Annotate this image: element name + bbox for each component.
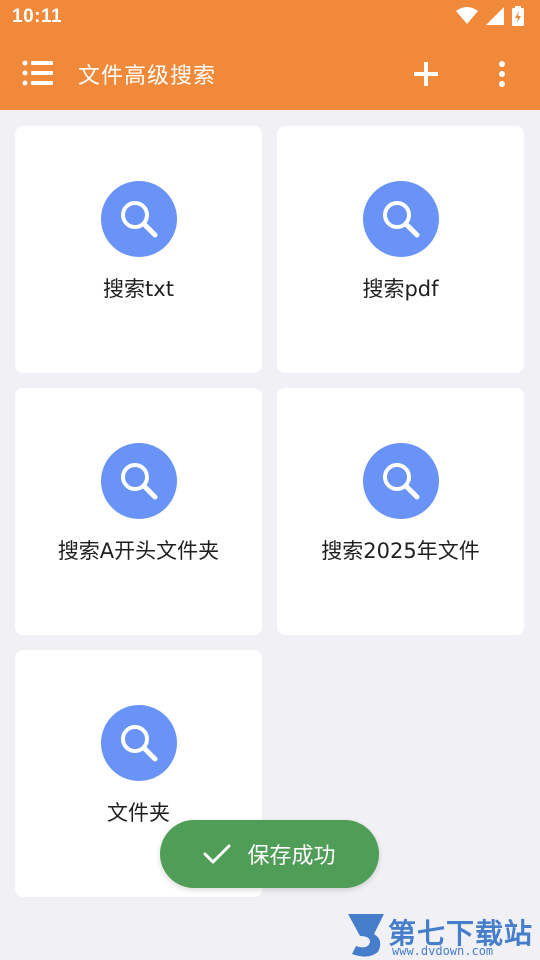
search-card-pdf[interactable]: 搜索pdf — [277, 126, 524, 373]
search-icon-circle — [101, 705, 177, 781]
card-label: 搜索2025年文件 — [321, 539, 480, 563]
toast-text: 保存成功 — [247, 844, 336, 869]
watermark-logo-icon — [348, 914, 384, 957]
toolbar: 文件高级搜索 — [0, 36, 540, 110]
search-card-a-folder[interactable]: 搜索A开头文件夹 — [15, 388, 262, 635]
search-card-2025-files[interactable]: 搜索2025年文件 — [277, 388, 524, 635]
status-bar: 10:11 — [0, 0, 540, 36]
card-label: 搜索pdf — [362, 277, 439, 301]
wifi-icon — [456, 7, 478, 24]
search-icon — [121, 201, 158, 238]
watermark-url: www.dvdown.com — [392, 944, 494, 958]
search-card-txt[interactable]: 搜索txt — [15, 126, 262, 373]
app-bar: 10:11 文件高级搜索 — [0, 0, 540, 110]
toast-message: 保存成功 — [160, 820, 379, 888]
card-label: 搜索A开头文件夹 — [57, 539, 220, 563]
signal-icon — [486, 7, 504, 25]
more-vert-icon[interactable] — [490, 58, 514, 90]
search-icon — [383, 201, 420, 238]
watermark-logo: 第七下载站 www.dvdown.com — [340, 910, 540, 960]
check-icon — [203, 844, 231, 864]
search-icon — [121, 725, 158, 762]
search-icon — [121, 463, 158, 500]
battery-icon — [512, 6, 524, 26]
page-title: 文件高级搜索 — [78, 64, 217, 89]
search-icon-circle — [101, 181, 177, 257]
card-label: 搜索txt — [103, 277, 174, 301]
menu-icon[interactable] — [22, 60, 54, 86]
search-icon-circle — [363, 181, 439, 257]
search-icon-circle — [363, 443, 439, 519]
add-icon[interactable] — [410, 58, 442, 90]
search-icon — [383, 463, 420, 500]
status-icons — [456, 6, 524, 26]
search-icon-circle — [101, 443, 177, 519]
status-time: 10:11 — [12, 6, 63, 27]
